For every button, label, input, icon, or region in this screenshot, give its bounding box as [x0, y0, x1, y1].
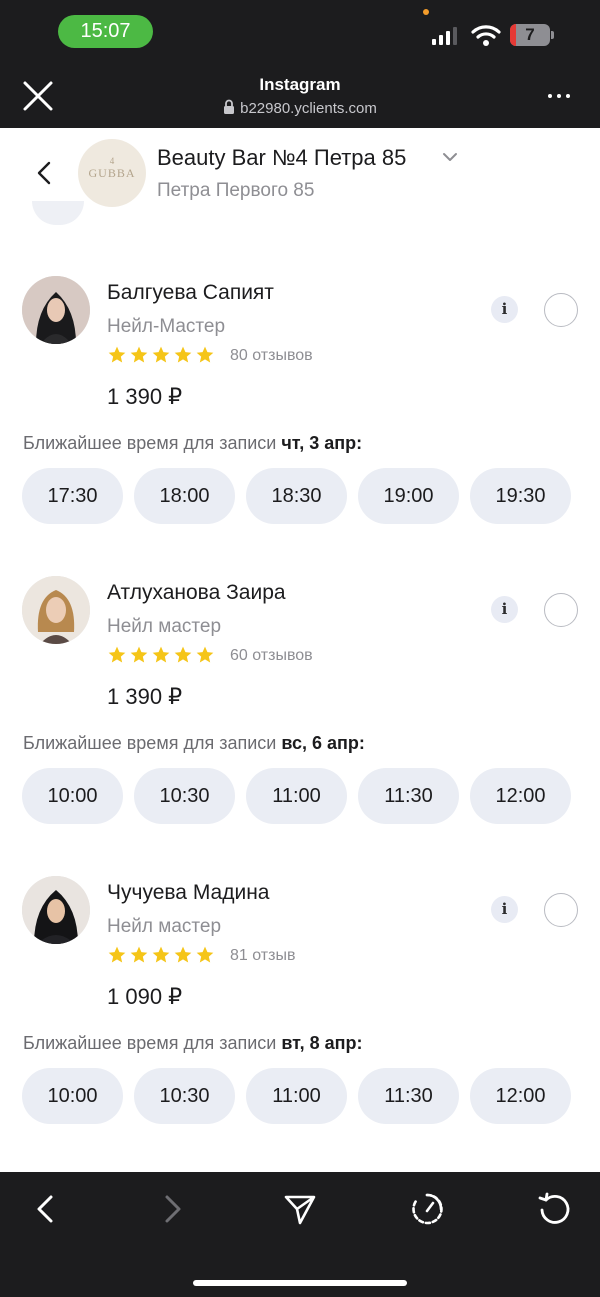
time-slot-button[interactable]: 11:30 — [358, 768, 459, 824]
browser-top-bar: 15:07 7 Instagram b22980.yclients.com — [0, 0, 600, 128]
time-slot-button[interactable]: 11:30 — [358, 1068, 459, 1124]
battery-level: 7 — [525, 25, 535, 44]
star-icon — [196, 346, 214, 363]
star-icon — [196, 946, 214, 963]
back-chevron-icon[interactable] — [34, 160, 54, 186]
rating-stars — [107, 945, 215, 965]
browser-bottom-bar — [0, 1172, 600, 1297]
select-radio[interactable] — [544, 593, 578, 627]
time-slot-button[interactable]: 11:00 — [246, 768, 347, 824]
time-slot-button[interactable]: 12:00 — [470, 1068, 571, 1124]
cellular-signal-icon — [432, 27, 457, 45]
avatar — [22, 576, 90, 644]
back-icon[interactable] — [32, 1192, 58, 1226]
star-icon — [152, 946, 170, 963]
info-icon[interactable]: i — [491, 896, 518, 923]
star-icon — [108, 646, 126, 663]
time-slots: 10:00 10:30 11:00 11:30 12:00 — [22, 768, 571, 824]
time-slot-button[interactable]: 11:00 — [246, 1068, 347, 1124]
salon-address: Петра Первого 85 — [157, 180, 315, 201]
price: 1 090 ₽ — [107, 984, 183, 1009]
browser-url-text: b22980.yclients.com — [240, 100, 377, 117]
info-icon[interactable]: i — [491, 296, 518, 323]
star-icon — [108, 946, 126, 963]
time-slot-button[interactable]: 19:30 — [470, 468, 571, 524]
star-icon — [174, 646, 192, 663]
time-slot-button[interactable]: 10:30 — [134, 768, 235, 824]
master-card[interactable]: Атлуханова Заира Нейл мастер 60 отзывов … — [0, 576, 600, 846]
salon-header: 4 GUBBA Beauty Bar №4 Петра 85 Петра Пер… — [0, 128, 600, 218]
browser-title: Instagram — [259, 75, 341, 94]
select-radio[interactable] — [544, 293, 578, 327]
select-radio[interactable] — [544, 893, 578, 927]
more-icon[interactable] — [548, 94, 570, 98]
home-indicator[interactable] — [193, 1280, 407, 1286]
reload-icon[interactable] — [537, 1192, 571, 1226]
nearest-time-label: Ближайшее время для записи вт, 8 апр: — [23, 1033, 363, 1053]
price: 1 390 ₽ — [107, 684, 183, 709]
wifi-icon — [471, 25, 501, 46]
price: 1 390 ₽ — [107, 384, 183, 409]
star-icon — [174, 346, 192, 363]
speed-icon[interactable] — [410, 1192, 444, 1226]
nearest-time-label: Ближайшее время для записи вс, 6 апр: — [23, 733, 365, 753]
salon-name[interactable]: Beauty Bar №4 Петра 85 — [157, 145, 406, 171]
master-name: Чучуева Мадина — [107, 881, 270, 904]
salon-logo: 4 GUBBA — [78, 139, 146, 207]
avatar — [22, 276, 90, 344]
star-icon — [130, 346, 148, 363]
master-name: Балгуева Сапият — [107, 281, 274, 304]
rating-stars — [107, 645, 215, 665]
time-slots: 10:00 10:30 11:00 11:30 12:00 — [22, 1068, 571, 1124]
star-icon — [152, 346, 170, 363]
time-slots: 17:30 18:00 18:30 19:00 19:30 — [22, 468, 571, 524]
master-role: Нейл-Мастер — [107, 316, 226, 337]
battery-icon: 7 — [510, 24, 550, 46]
mic-indicator-dot — [423, 9, 429, 15]
star-icon — [152, 646, 170, 663]
time-slot-button[interactable]: 17:30 — [22, 468, 123, 524]
time-slot-button[interactable]: 10:30 — [134, 1068, 235, 1124]
master-role: Нейл мастер — [107, 916, 222, 937]
star-icon — [130, 646, 148, 663]
nearest-date: вт, 8 апр: — [281, 1033, 363, 1053]
nearest-date: чт, 3 апр: — [281, 433, 363, 453]
reviews-count[interactable]: 81 отзыв — [230, 947, 295, 965]
master-card[interactable]: Чучуева Мадина Нейл мастер 81 отзыв 1 09… — [0, 876, 600, 1146]
reviews-count[interactable]: 80 отзывов — [230, 347, 313, 365]
star-icon — [130, 946, 148, 963]
time-slot-button[interactable]: 10:00 — [22, 768, 123, 824]
time-slot-button[interactable]: 19:00 — [358, 468, 459, 524]
nearest-date: вс, 6 апр: — [281, 733, 365, 753]
star-icon — [196, 646, 214, 663]
lock-icon — [224, 99, 235, 114]
reviews-count[interactable]: 60 отзывов — [230, 647, 313, 665]
status-time: 15:07 — [58, 15, 153, 48]
chevron-down-icon[interactable] — [442, 151, 458, 163]
master-role: Нейл мастер — [107, 616, 222, 637]
partial-avatar — [32, 201, 84, 225]
browser-url: b22980.yclients.com — [0, 99, 600, 117]
star-icon — [174, 946, 192, 963]
time-slot-button[interactable]: 10:00 — [22, 1068, 123, 1124]
time-slot-button[interactable]: 12:00 — [470, 768, 571, 824]
master-name: Атлуханова Заира — [107, 581, 286, 604]
master-card[interactable]: Балгуева Сапият Нейл-Мастер 80 отзывов 1… — [0, 276, 600, 546]
share-icon[interactable] — [283, 1192, 317, 1226]
time-slot-button[interactable]: 18:30 — [246, 468, 347, 524]
nearest-time-label: Ближайшее время для записи чт, 3 апр: — [23, 433, 363, 453]
star-icon — [108, 346, 126, 363]
time-slot-button[interactable]: 18:00 — [134, 468, 235, 524]
avatar — [22, 876, 90, 944]
info-icon[interactable]: i — [491, 596, 518, 623]
rating-stars — [107, 345, 215, 365]
forward-icon[interactable] — [160, 1192, 186, 1226]
